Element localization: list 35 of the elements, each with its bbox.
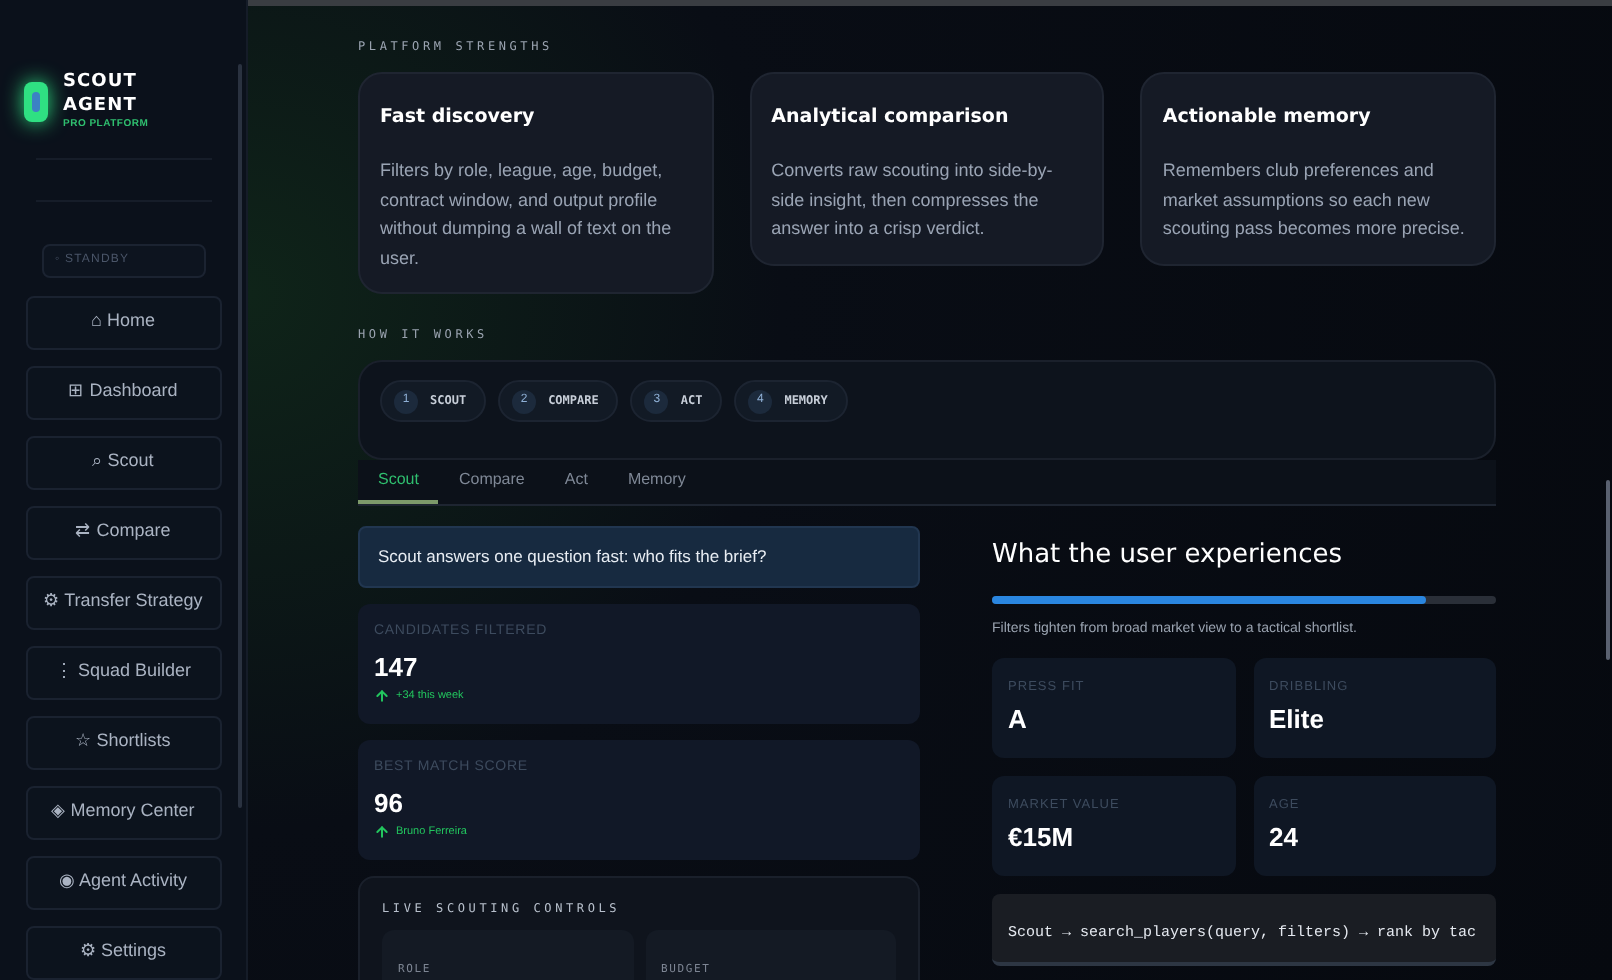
card-text: Remembers club preferences and market assumptions so each new scouting pass becomes more precise. (1162, 158, 1467, 243)
info-banner: Scout answers one question fast: who fits the brief? (358, 526, 920, 589)
nav-item[interactable]: ⌕ Scout (25, 435, 221, 489)
section-title: What the user experiences (992, 538, 1345, 575)
nav-item[interactable]: ⌂ Home (25, 295, 221, 349)
brand-name: SCOUT (63, 70, 139, 94)
metric-value: €15M (1008, 820, 1076, 856)
nav-item[interactable]: ◈ Memory Center (25, 785, 221, 839)
metric-value: A (1008, 702, 1029, 738)
metric-value: Elite (1269, 702, 1326, 738)
tab[interactable]: Compare (438, 460, 545, 505)
nav-item[interactable]: ⚙ Transfer Strategy (25, 575, 221, 629)
nav-item[interactable]: ◉ Agent Activity (25, 855, 221, 909)
nav-item[interactable]: ⊞ Dashboard (25, 365, 221, 419)
nav-item[interactable]: ⇄ Compare (25, 505, 221, 559)
card-title: Actionable memory (1162, 104, 1373, 132)
tab[interactable]: Memory (607, 460, 706, 505)
tab[interactable]: Act (544, 460, 608, 505)
card-title: Analytical comparison (771, 104, 1011, 132)
card-title: Fast discovery (380, 104, 537, 132)
stat-value: 147 (374, 649, 420, 686)
nav-item[interactable]: ⋮ Squad Builder (25, 645, 221, 699)
metric-value: 24 (1269, 820, 1300, 856)
logo-icon (23, 81, 47, 122)
stat-value: 96 (374, 785, 405, 822)
tab[interactable]: Scout (358, 460, 439, 505)
nav-item[interactable]: ⚙ Settings (25, 925, 221, 979)
scrollbar-thumb[interactable] (1606, 480, 1610, 660)
arrow-up-icon (374, 688, 390, 705)
arrow-up-icon (374, 824, 390, 841)
card-text: Filters by role, league, age, budget, contract window, and output profile without dumping a wall of text on the user. (380, 158, 674, 272)
card-text: Converts raw scouting into side-by-side insight, then compresses the answer into a crisp verdict. (771, 158, 1055, 243)
scrollbar-thumb[interactable] (238, 64, 242, 808)
nav-item[interactable]: ☆ Shortlists (25, 715, 221, 769)
brand-name: AGENT (63, 94, 139, 118)
